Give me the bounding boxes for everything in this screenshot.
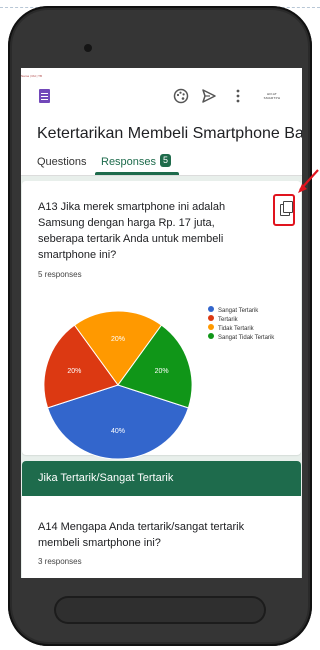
more-options-icon[interactable] bbox=[235, 88, 241, 104]
app-header: Nama | RH | TB HIKAT SMARTPH Ketertarika… bbox=[21, 68, 302, 176]
legend-item: Sangat Tertarik bbox=[208, 306, 274, 316]
front-camera bbox=[84, 44, 92, 52]
pie-chart: 40% 20% 20% 20% bbox=[43, 310, 193, 460]
response-count: 5 responses bbox=[38, 270, 82, 279]
section-header: Jika Tertarik/Sangat Tertarik bbox=[22, 461, 301, 496]
legend-label: Tidak Tertarik bbox=[218, 326, 254, 332]
copy-chart-button[interactable] bbox=[273, 194, 295, 226]
send-icon[interactable] bbox=[201, 88, 217, 104]
pie-slice-label: 20% bbox=[67, 368, 81, 375]
tiny-tag: Nama | RH | TB bbox=[21, 74, 43, 78]
question-summary-card: A13 Jika merek smartphone ini adalah Sam… bbox=[22, 181, 301, 460]
legend-label: Sangat Tertarik bbox=[218, 308, 259, 314]
legend-swatch bbox=[208, 333, 214, 340]
question-text: A13 Jika merek smartphone ini adalah Sam… bbox=[38, 201, 226, 261]
legend-swatch bbox=[208, 324, 214, 331]
legend-swatch bbox=[208, 306, 214, 313]
pie-slice-label: 20% bbox=[111, 336, 125, 343]
legend-label: Tertarik bbox=[218, 317, 238, 323]
legend-item: Tertarik bbox=[208, 315, 274, 325]
phone-screen: Nama | RH | TB HIKAT SMARTPH Ketertarika… bbox=[21, 68, 302, 578]
tab-responses[interactable]: Responses bbox=[101, 156, 156, 168]
pie-slice-label: 20% bbox=[155, 368, 169, 375]
phone-home-button bbox=[56, 598, 264, 622]
section-title: Jika Tertarik/Sangat Tertarik bbox=[38, 472, 174, 484]
response-count-2: 3 responses bbox=[38, 557, 82, 566]
annotation-arrow-icon bbox=[298, 169, 319, 193]
responses-count-badge: 5 bbox=[160, 154, 171, 167]
copy-icon-front bbox=[283, 201, 293, 213]
brand-logo: HIKAT SMARTPH bbox=[263, 92, 281, 100]
pie-slice-label: 40% bbox=[111, 428, 125, 435]
palette-icon[interactable] bbox=[173, 88, 189, 104]
legend-swatch bbox=[208, 315, 214, 322]
legend-label: Sangat Tidak Tertarik bbox=[218, 335, 275, 341]
legend-item: Sangat Tidak Tertarik bbox=[208, 333, 275, 343]
active-tab-indicator bbox=[95, 172, 179, 175]
form-title: Ketertarikan Membeli Smartphone Ba bbox=[37, 125, 302, 142]
google-forms-icon[interactable] bbox=[39, 89, 50, 103]
chart-legend: Sangat Tertarik Tertarik Tidak Tertarik San… bbox=[208, 306, 275, 343]
tab-questions[interactable]: Questions bbox=[37, 156, 87, 168]
question-text-2: A14 Mengapa Anda tertarik/sangat tertari… bbox=[38, 521, 245, 549]
question-summary-card-2: A14 Mengapa Anda tertarik/sangat tertari… bbox=[22, 496, 301, 578]
legend-item: Tidak Tertarik bbox=[208, 324, 274, 334]
